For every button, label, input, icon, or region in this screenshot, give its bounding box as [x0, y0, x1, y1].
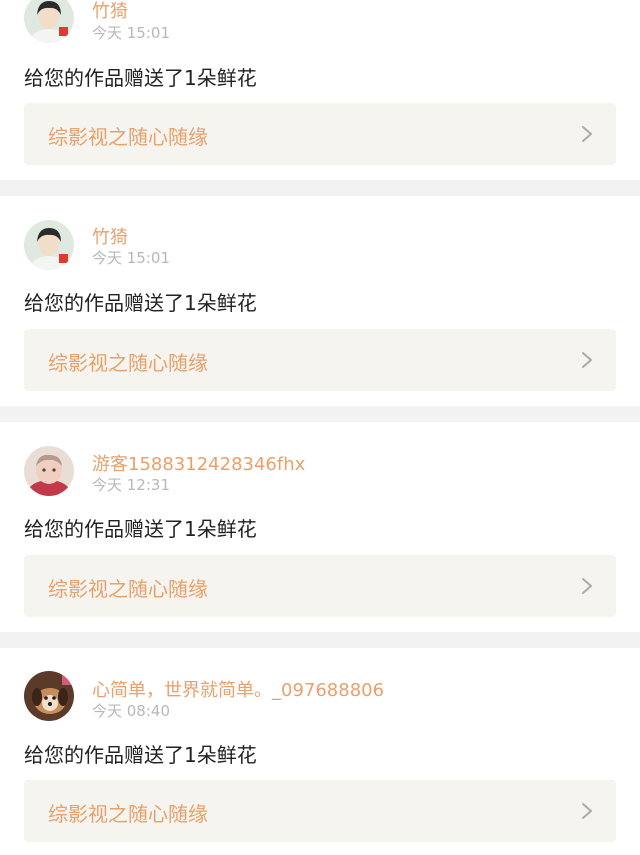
- timestamp: 今天 15:01: [92, 24, 170, 42]
- avatar[interactable]: [24, 0, 74, 43]
- username[interactable]: 竹猗: [92, 223, 128, 249]
- work-link[interactable]: 综影视之随心随缘: [24, 103, 616, 165]
- notification-card: 竹猗 今天 15:01 给您的作品赠送了1朵鲜花 综影视之随心随缘: [0, 196, 640, 406]
- username[interactable]: 游客1588312428346fhx: [92, 450, 305, 476]
- chevron-right-icon: [580, 351, 594, 369]
- chevron-right-icon: [580, 125, 594, 143]
- gift-message: 给您的作品赠送了1朵鲜花: [24, 291, 257, 315]
- username[interactable]: 心简单，世界就简单。_097688806: [92, 676, 384, 702]
- avatar-baby-icon: [24, 446, 74, 496]
- work-title: 综影视之随心随缘: [48, 577, 208, 601]
- work-link[interactable]: 综影视之随心随缘: [24, 780, 616, 842]
- username[interactable]: 竹猗: [92, 0, 128, 23]
- timestamp: 今天 15:01: [92, 249, 170, 267]
- work-title: 综影视之随心随缘: [48, 351, 208, 375]
- work-link[interactable]: 综影视之随心随缘: [24, 555, 616, 617]
- notification-card: 心简单，世界就简单。_097688806 今天 08:40 给您的作品赠送了1朵…: [0, 648, 640, 855]
- notification-feed: 竹猗 今天 15:01 给您的作品赠送了1朵鲜花 综影视之随心随缘 竹猗 今天 …: [0, 0, 640, 855]
- avatar-young-man-icon: [24, 0, 74, 43]
- chevron-right-icon: [580, 577, 594, 595]
- notification-card: 游客1588312428346fhx 今天 12:31 给您的作品赠送了1朵鲜花…: [0, 422, 640, 632]
- avatar-dog-icon: [24, 671, 74, 721]
- gift-message: 给您的作品赠送了1朵鲜花: [24, 743, 257, 767]
- avatar[interactable]: [24, 446, 74, 496]
- work-title: 综影视之随心随缘: [48, 802, 208, 826]
- avatar[interactable]: [24, 220, 74, 270]
- work-link[interactable]: 综影视之随心随缘: [24, 329, 616, 391]
- gift-message: 给您的作品赠送了1朵鲜花: [24, 66, 257, 90]
- notification-card: 竹猗 今天 15:01 给您的作品赠送了1朵鲜花 综影视之随心随缘: [0, 0, 640, 180]
- work-title: 综影视之随心随缘: [48, 125, 208, 149]
- timestamp: 今天 12:31: [92, 476, 170, 494]
- gift-message: 给您的作品赠送了1朵鲜花: [24, 517, 257, 541]
- timestamp: 今天 08:40: [92, 702, 170, 720]
- chevron-right-icon: [580, 802, 594, 820]
- avatar-young-man-icon: [24, 220, 74, 270]
- avatar[interactable]: [24, 671, 74, 721]
